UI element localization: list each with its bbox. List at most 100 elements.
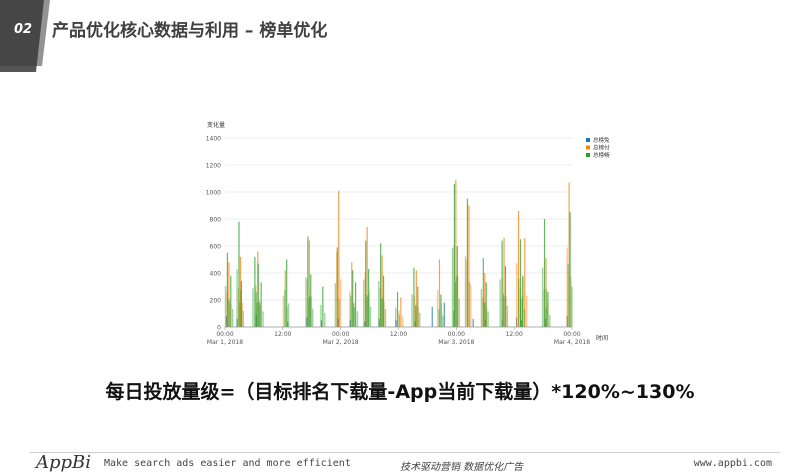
bar-2ca02c (355, 282, 357, 327)
footer-divider (30, 452, 780, 453)
bar-shoulder (487, 311, 489, 327)
legend-label: 总榜免费榜 (593, 136, 610, 144)
ranking-change-chart: 0 200 400 600 800 1000 1200 1400 变化量 00:00 Mar 1, … (200, 110, 610, 350)
legend-swatch (586, 138, 590, 142)
bar-2ca02c (466, 198, 469, 327)
bar-shoulder (515, 263, 518, 327)
bar-2ca02c (485, 282, 487, 327)
y-tick-label: 600 (210, 244, 222, 251)
bar-2ca02c (543, 219, 546, 327)
bar-shoulder (356, 311, 359, 327)
x-tick-label: 12:00 (506, 331, 523, 338)
bar-2ca02c (501, 240, 503, 327)
x-tick-label: 00:00 (216, 331, 233, 338)
bar-shoulder (363, 279, 365, 327)
bar-shoulder (236, 269, 238, 327)
bar-shoulder (438, 309, 440, 327)
bar-2ca02c (368, 268, 370, 327)
bar-2ca02c (382, 275, 385, 327)
y-tick-label: 400 (210, 271, 222, 278)
bar-2ca02c (310, 274, 312, 327)
y-tick-label: 1400 (206, 136, 221, 143)
bar-2ca02c (396, 291, 399, 327)
legend-swatch (586, 153, 590, 157)
bar-2ca02c (240, 281, 242, 327)
bar-shoulder (525, 295, 528, 327)
bar-2ca02c (226, 252, 229, 327)
x-tick-label: 12:00 (390, 331, 407, 338)
bar-2ca02c (569, 212, 571, 327)
bar-shoulder (398, 314, 401, 327)
bar-shoulder (451, 248, 454, 327)
bar-shoulder (378, 280, 380, 327)
bar-2ca02c (336, 247, 338, 327)
x-tick-label: 00:00 (448, 331, 465, 338)
x-tick-label: 12:00 (274, 331, 291, 338)
bar-shoulder (415, 304, 417, 327)
bar-2ca02c (504, 266, 507, 327)
bar-2ca02c (440, 294, 442, 327)
y-tick-label: 1200 (206, 163, 221, 170)
legend-label: 总榜畅销榜 (593, 151, 610, 159)
bar-shoulder (334, 283, 337, 327)
bar-shoulder (470, 284, 472, 327)
bar-shoulder (380, 298, 383, 327)
bar-shoulder (238, 301, 241, 327)
footer-url: www.appbi.com (693, 458, 772, 469)
formula-text: 每日投放量级=（目标排名下载量-App当前下载量）*120%~130% (105, 381, 695, 403)
legend-label: 总榜付费榜 (593, 143, 610, 151)
bar-shoulder (402, 316, 404, 327)
bar-2ca02c (547, 291, 549, 327)
bar-shoulder (252, 288, 254, 327)
chart-legend: 总榜免费榜总榜付费榜总榜畅销榜 (586, 136, 610, 159)
bar-shoulder (524, 309, 526, 327)
bar-shoulder (480, 289, 483, 327)
bar-shoulder (394, 307, 397, 327)
bar-shoulder (442, 315, 444, 327)
chart-bars (224, 179, 573, 327)
bar-2ca02c (322, 286, 324, 327)
bar-shoulder (350, 295, 352, 327)
bar-shoulder (284, 289, 286, 327)
bar-shoulder (571, 286, 573, 327)
bar-ff7f0e (400, 297, 402, 327)
bar-shoulder (324, 312, 326, 327)
x-axis-label: 时间 (596, 334, 608, 342)
bar-shoulder (287, 303, 290, 327)
bar-shoulder (468, 282, 471, 327)
bar-1f77b4 (472, 318, 474, 327)
bar-shoulder (224, 286, 227, 327)
x-tick-date-label: Mar 3, 2018 (438, 339, 474, 346)
bar-shoulder (541, 267, 544, 327)
bar-shoulder (369, 306, 372, 327)
bar-shoulder (464, 256, 467, 327)
bar-shoulder (517, 278, 520, 327)
bar-2ca02c (286, 259, 288, 327)
bar-shoulder (520, 298, 522, 327)
bar-shoulder (308, 298, 310, 327)
bar-shoulder (353, 302, 355, 327)
bar-shoulder (549, 314, 551, 327)
bar-shoulder (305, 277, 307, 327)
x-tick-date-label: Mar 4, 2018 (554, 339, 590, 346)
bar-2ca02c (522, 275, 524, 327)
bar-shoulder (320, 304, 322, 327)
bar-shoulder (567, 263, 569, 327)
bar-shoulder (502, 293, 505, 327)
bar-1f77b4 (443, 302, 445, 327)
footer-logo: AppBi (36, 452, 92, 473)
bar-shoulder (255, 292, 258, 327)
bar-2ca02c (254, 256, 256, 327)
bar-shoulder (339, 279, 342, 327)
bar-shoulder (411, 294, 413, 327)
footer-slogan: Make search ads easier and more efficien… (104, 458, 351, 469)
slide-title: 产品优化核心数据与利用 – 榜单优化 (52, 21, 328, 41)
bar-shoulder (506, 305, 509, 327)
bar-2ca02c (413, 267, 415, 327)
bar-shoulder (228, 298, 230, 327)
bar-2ca02c (456, 246, 458, 327)
bar-shoulder (311, 308, 314, 327)
footer-center-text: 技术驱动营销 数据优化广告 (400, 462, 524, 473)
bar-shoulder (483, 302, 486, 327)
bar-shoulder (499, 279, 501, 327)
